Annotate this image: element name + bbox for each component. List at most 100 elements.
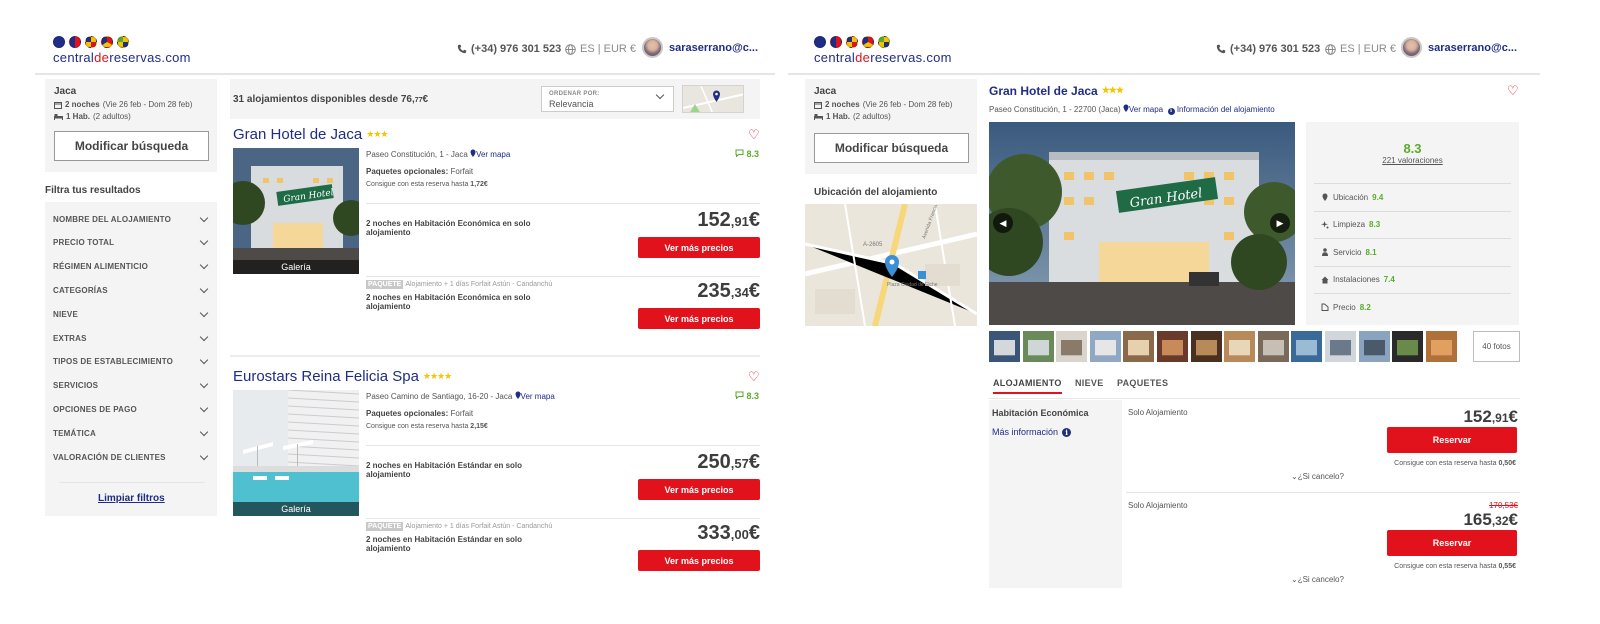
photo-thumbnail[interactable] bbox=[1358, 331, 1390, 362]
rating-ubicación: Ubicación 9.4 bbox=[1314, 183, 1511, 210]
filter-7[interactable]: TIPOS DE ESTABLECIMIENTO bbox=[53, 350, 209, 374]
hotel-name-link[interactable]: Gran Hotel de Jaca ★★★ bbox=[233, 126, 388, 143]
modify-search-button[interactable]: Modificar búsqueda bbox=[814, 133, 969, 163]
book-button[interactable]: Reservar bbox=[1387, 530, 1517, 556]
photo-thumbnail[interactable] bbox=[1190, 331, 1222, 362]
view-map-link[interactable]: Ver mapa bbox=[1123, 104, 1163, 114]
photo-thumbnail[interactable] bbox=[1257, 331, 1289, 362]
view-prices-button[interactable]: Ver más precios bbox=[638, 550, 760, 571]
stars-icon: ★★★★ bbox=[422, 371, 452, 381]
favorite-heart-icon[interactable]: ♡ bbox=[748, 127, 760, 143]
sort-select[interactable]: ORDENAR POR: Relevancia bbox=[541, 86, 674, 112]
divider bbox=[59, 482, 205, 483]
tab-paquetes[interactable]: PAQUETES bbox=[1117, 378, 1168, 388]
chevron-down-icon bbox=[199, 284, 209, 294]
offer-price: 152,91€ bbox=[697, 209, 760, 231]
filter-label: PRECIO TOTAL bbox=[53, 238, 115, 248]
user-menu[interactable]: saraserrano@c... bbox=[642, 37, 758, 58]
favorite-heart-icon[interactable]: ♡ bbox=[748, 369, 760, 385]
tab-alojamiento[interactable]: ALOJAMIENTO bbox=[993, 378, 1062, 394]
thumbnail-graphic bbox=[1257, 331, 1289, 362]
filters-title: Filtra tus resultados bbox=[45, 185, 141, 196]
thumbnail-graphic bbox=[1425, 331, 1457, 362]
filter-6[interactable]: EXTRAS bbox=[53, 326, 209, 350]
logo[interactable]: centraldereservas.com bbox=[814, 36, 954, 65]
hotel-address: Paseo Constitución, 1 - Jaca Ver mapa bbox=[366, 149, 511, 159]
sparkle-icon bbox=[1321, 220, 1329, 228]
main-photo[interactable]: Gran Hotel ◀ ▶ bbox=[989, 122, 1295, 325]
view-prices-button[interactable]: Ver más precios bbox=[638, 479, 760, 500]
tab-nieve[interactable]: NIEVE bbox=[1075, 378, 1104, 388]
user-menu[interactable]: saraserrano@c... bbox=[1401, 37, 1517, 58]
photo-thumbnail[interactable] bbox=[1392, 331, 1424, 362]
chevron-down-icon bbox=[199, 213, 209, 222]
filter-2[interactable]: PRECIO TOTAL bbox=[53, 231, 209, 255]
thumbnail-graphic bbox=[1056, 331, 1088, 362]
filter-3[interactable]: RÉGIMEN ALIMENTICIO bbox=[53, 255, 209, 279]
photo-thumbnail[interactable] bbox=[1157, 331, 1188, 362]
filter-8[interactable]: SERVICIOS bbox=[53, 374, 209, 398]
filter-label: OPCIONES DE PAGO bbox=[53, 404, 137, 414]
language-currency-selector[interactable]: ES | EUR € bbox=[565, 43, 636, 55]
avatar bbox=[642, 37, 663, 58]
filter-4[interactable]: CATEGORÍAS bbox=[53, 278, 209, 302]
hotel-photo[interactable]: Galería bbox=[233, 390, 359, 516]
location-title: Ubicación del alojamiento bbox=[814, 187, 938, 198]
logo-ball-icon bbox=[830, 36, 842, 48]
photo-thumbnail[interactable] bbox=[1123, 331, 1155, 362]
divider bbox=[366, 203, 760, 204]
photo-thumbnail[interactable] bbox=[989, 331, 1020, 362]
map-preview[interactable] bbox=[682, 85, 744, 113]
logo[interactable]: centraldereservas.com bbox=[53, 36, 193, 65]
more-photos-button[interactable]: 40 fotos bbox=[1473, 331, 1520, 362]
ratings-panel: 8.3 221 valoraciones Ubicación 9.4 Limpiez… bbox=[1306, 122, 1519, 325]
filter-label: RÉGIMEN ALIMENTICIO bbox=[53, 262, 149, 272]
hotel-info-link[interactable]: i Información del alojamiento bbox=[1165, 105, 1275, 115]
thumbnail-graphic bbox=[1022, 331, 1054, 362]
cancellation-link[interactable]: ⌄¿Si cancelo? bbox=[1291, 472, 1344, 481]
view-prices-button[interactable]: Ver más precios bbox=[638, 237, 760, 258]
optional-packages: Paquetes opcionales: Forfait bbox=[366, 409, 474, 418]
book-button[interactable]: Reservar bbox=[1387, 427, 1517, 453]
hotel-photo[interactable]: Gran Hotel Galería bbox=[233, 148, 359, 274]
phone-contact[interactable]: (+34) 976 301 523 bbox=[1216, 43, 1320, 55]
photo-thumbnail[interactable] bbox=[1291, 331, 1323, 362]
filter-label: TEMÁTICA bbox=[53, 428, 96, 438]
photo-thumbnail[interactable] bbox=[1056, 331, 1088, 362]
map-preview-graphic bbox=[683, 86, 743, 112]
filter-10[interactable]: TEMÁTICA bbox=[53, 421, 209, 445]
filter-5[interactable]: NIEVE bbox=[53, 302, 209, 326]
calendar-icon bbox=[814, 101, 822, 109]
comment-icon bbox=[735, 149, 744, 158]
offer-price: 250,57€ bbox=[697, 451, 760, 473]
hotel-name-link[interactable]: Eurostars Reina Felicia Spa ★★★★ bbox=[233, 368, 452, 385]
cancellation-link[interactable]: ⌄¿Si cancelo? bbox=[1291, 575, 1344, 584]
view-map-link[interactable]: Ver mapa bbox=[470, 149, 510, 159]
filter-11[interactable]: VALORACIÓN DE CLIENTES bbox=[53, 445, 209, 469]
search-dates: 2 noches (Vie 26 feb - Dom 28 feb) bbox=[54, 100, 192, 109]
photo-thumbnail[interactable] bbox=[1224, 331, 1256, 362]
filter-9[interactable]: OPCIONES DE PAGO bbox=[53, 397, 209, 421]
favorite-heart-icon[interactable]: ♡ bbox=[1507, 83, 1519, 99]
view-prices-button[interactable]: Ver más precios bbox=[638, 308, 760, 329]
photo-thumbnail[interactable] bbox=[1425, 331, 1457, 362]
thumbnail-graphic bbox=[1123, 331, 1155, 362]
more-info-link[interactable]: Más información i bbox=[992, 427, 1072, 437]
reviews-link[interactable]: 221 valoraciones bbox=[1306, 156, 1519, 165]
photo-thumbnail[interactable] bbox=[1089, 331, 1121, 362]
phone-contact[interactable]: (+34) 976 301 523 bbox=[457, 43, 561, 55]
location-map[interactable]: A-2605 Plaza Ciudad de Elche Avenida Fra… bbox=[805, 204, 977, 326]
view-map-link[interactable]: Ver mapa bbox=[515, 391, 555, 401]
next-photo-button[interactable]: ▶ bbox=[1270, 213, 1290, 233]
clear-filters-link[interactable]: Limpiar filtros bbox=[98, 493, 165, 504]
photo-thumbnail[interactable] bbox=[1325, 331, 1356, 362]
modify-search-button[interactable]: Modificar búsqueda bbox=[54, 131, 209, 161]
language-currency-selector[interactable]: ES | EUR € bbox=[1325, 43, 1396, 55]
thumbnail-graphic bbox=[1325, 331, 1356, 362]
photo-thumbnail[interactable] bbox=[1022, 331, 1054, 362]
logo-ball-icon bbox=[85, 36, 97, 48]
info-icon: i bbox=[1062, 427, 1072, 437]
filter-label: CATEGORÍAS bbox=[53, 285, 108, 295]
filter-1[interactable]: NOMBRE DEL ALOJAMIENTO bbox=[53, 207, 209, 231]
prev-photo-button[interactable]: ◀ bbox=[993, 213, 1013, 233]
